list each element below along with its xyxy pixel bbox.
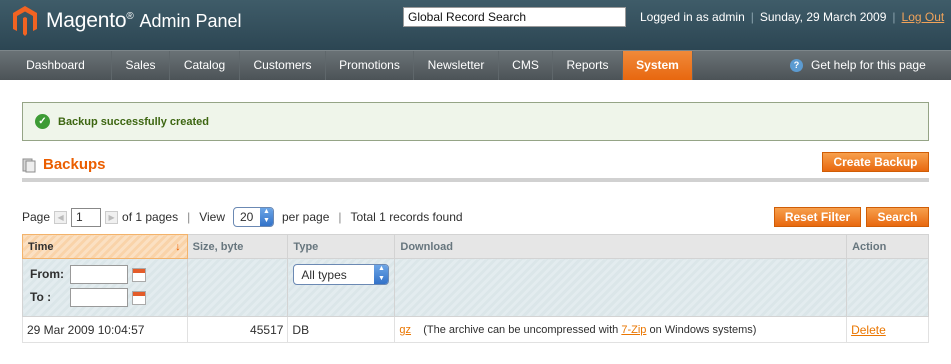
reset-filter-button[interactable]: Reset Filter	[774, 207, 861, 227]
header-date: Sunday, 29 March 2009	[759, 10, 887, 24]
logout-link[interactable]: Log Out	[902, 10, 945, 24]
nav-item-catalog[interactable]: Catalog	[170, 51, 240, 80]
download-gz-link[interactable]: gz	[399, 324, 411, 336]
per-page-value: 20	[240, 210, 254, 224]
backup-time: 29 Mar 2009 10:04:57	[22, 316, 188, 343]
delete-link[interactable]: Delete	[851, 323, 886, 337]
success-message-text: Backup successfully created	[58, 115, 210, 128]
select-arrows-icon: ▲ ▼	[374, 265, 389, 284]
nav-item-reports[interactable]: Reports	[553, 51, 623, 80]
next-page-arrow-icon[interactable]: ▶	[105, 210, 119, 224]
column-header-download: Download	[394, 234, 848, 259]
per-page-select[interactable]: 20 ▲ ▼	[233, 207, 274, 227]
magento-logo-icon	[13, 6, 37, 36]
view-label: View	[199, 210, 225, 224]
magento-logo[interactable]: Magento® Admin Panel	[12, 5, 242, 37]
table-row: 29 Mar 2009 10:04:57 45517 DB gz (The ar…	[22, 316, 929, 343]
column-header-size[interactable]: Size, byte	[186, 234, 289, 259]
download-filter-cell	[394, 258, 848, 317]
time-filter-cell: From: To :	[22, 258, 188, 317]
backup-action-cell: Delete	[846, 316, 929, 343]
logged-in-text: Logged in as admin	[640, 10, 745, 24]
header-bar: Magento® Admin Panel Global Record Searc…	[0, 0, 951, 50]
7zip-link[interactable]: 7-Zip	[621, 324, 646, 336]
nav-item-customers[interactable]: Customers	[240, 51, 326, 80]
from-label: From:	[30, 266, 64, 281]
help-icon: ?	[790, 59, 803, 72]
column-header-time[interactable]: Time ↓	[22, 234, 188, 259]
logo-text: Magento®	[46, 9, 134, 32]
grid-header-row: Time ↓ Size, byte Type Download Action	[22, 234, 929, 259]
download-note-after: on Windows systems)	[649, 323, 757, 336]
grid-filter-row: From: To : All types ▲ ▼	[22, 258, 929, 317]
to-filter: To :	[30, 288, 187, 307]
help-label: Get help for this page	[811, 58, 926, 72]
backup-database-icon	[22, 158, 36, 173]
success-message: ✓ Backup successfully created	[22, 102, 929, 141]
help-link[interactable]: ? Get help for this page	[790, 51, 926, 80]
pager: Page ◀ 1 ▶ of 1 pages | View 20 ▲ ▼ per p…	[22, 206, 463, 228]
prev-page-arrow-icon[interactable]: ◀	[54, 210, 68, 224]
create-backup-button[interactable]: Create Backup	[822, 152, 929, 172]
search-button[interactable]: Search	[866, 207, 929, 227]
page-number-input[interactable]: 1	[71, 207, 102, 227]
page-title: Backups	[43, 156, 106, 173]
calendar-icon[interactable]	[132, 267, 146, 282]
download-note-before: (The archive can be uncompressed with	[423, 323, 619, 336]
to-label: To :	[30, 289, 52, 304]
nav-item-promotions[interactable]: Promotions	[326, 51, 414, 80]
type-filter-select[interactable]: All types ▲ ▼	[293, 264, 390, 285]
page-label: Page	[22, 210, 51, 224]
nav-item-dashboard[interactable]: Dashboard	[0, 51, 112, 80]
sort-arrow-icon: ↓	[175, 240, 181, 253]
backup-download-cell: gz (The archive can be uncompressed with…	[394, 316, 848, 343]
column-header-type[interactable]: Type	[287, 234, 396, 259]
backup-size: 45517	[186, 316, 289, 343]
per-page-text: per page	[282, 210, 330, 224]
calendar-icon[interactable]	[132, 290, 146, 305]
select-arrows-icon: ▲ ▼	[260, 208, 273, 226]
global-search-input[interactable]: Global Record Search	[403, 7, 626, 27]
nav-item-system[interactable]: System	[623, 51, 693, 80]
backups-grid: Time ↓ Size, byte Type Download Action F…	[22, 234, 929, 343]
column-header-action: Action	[846, 234, 929, 259]
success-check-icon: ✓	[35, 114, 50, 129]
from-date-input[interactable]	[70, 265, 128, 284]
total-records-text: Total 1 records found	[350, 210, 463, 224]
page-title-divider	[22, 178, 929, 182]
action-filter-cell	[846, 258, 929, 317]
nav-item-newsletter[interactable]: Newsletter	[414, 51, 499, 80]
logo-subtitle: Admin Panel	[139, 10, 242, 31]
type-filter-cell: All types ▲ ▼	[287, 258, 396, 317]
size-filter-cell	[186, 258, 289, 317]
main-nav: Dashboard Sales Catalog Customers Promot…	[0, 50, 951, 80]
type-filter-value: All types	[301, 267, 347, 282]
header-user-info: Logged in as admin | Sunday, 29 March 2009…	[640, 10, 945, 24]
of-pages-text: of 1 pages	[122, 210, 179, 224]
nav-item-sales[interactable]: Sales	[112, 51, 170, 80]
backup-type: DB	[287, 316, 396, 343]
from-filter: From:	[30, 265, 187, 284]
to-date-input[interactable]	[70, 288, 128, 307]
nav-item-cms[interactable]: CMS	[499, 51, 553, 80]
